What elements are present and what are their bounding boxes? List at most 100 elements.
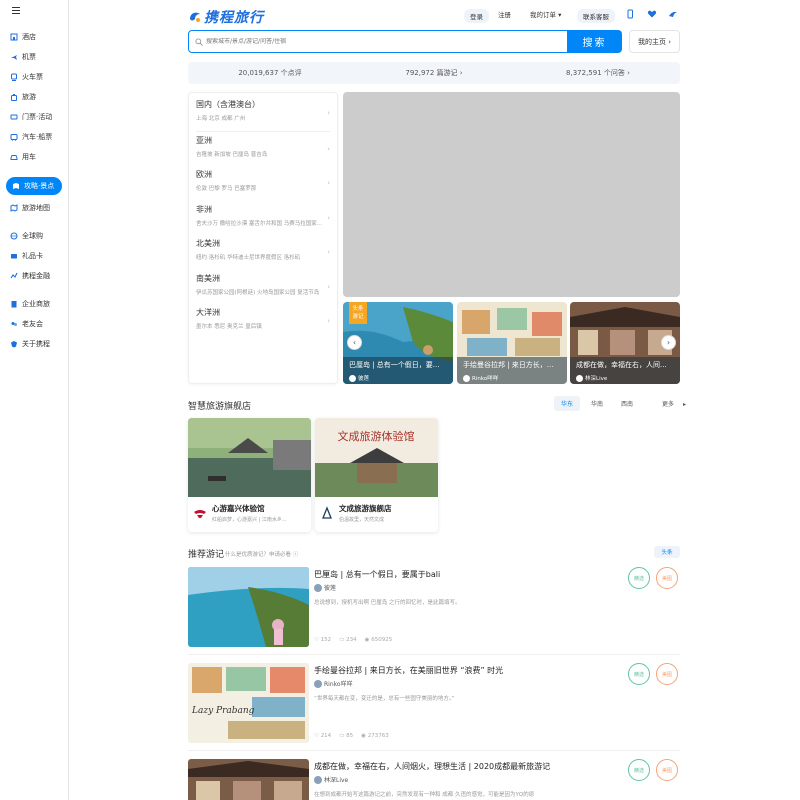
chevron-right-icon: › [327,317,330,325]
headline-button[interactable]: 头条 [654,546,680,558]
my-orders-link[interactable]: 我的订单 ▾ [530,9,561,19]
post-author[interactable]: 林深Live [314,775,348,784]
customer-service-link[interactable]: 联系客服 [577,9,615,23]
post-author-name: 林深Live [324,777,349,784]
sidebar-item-globe[interactable]: 全球购 [10,228,43,244]
post-desc: “世界每天都在变，变迁的是，总有一些固守美丽的地方。” [314,696,455,702]
recommend-section-title: 推荐游记 [188,550,225,560]
search-button[interactable]: 搜索 [567,30,622,53]
app-download-icon[interactable] [668,9,678,19]
card-author-name: 彼莲 [358,376,370,382]
region-item[interactable]: 非洲 舍夫沙万 撒哈拉沙漠 塞舌尔共和国 马赛马拉国家... › [196,204,330,237]
avatar [463,374,470,382]
travel-card-laos[interactable]: 手绘曼谷拉邦 | 来日方长，... Rinko咩咩 [457,302,567,384]
club-icon [10,320,18,328]
post-bali[interactable]: 巴厘岛 | 总有一个假日，要属于bali 彼莲 总说想到，授机写出啊 巴厘岛 之… [188,567,680,647]
region-item[interactable]: 大洋洲 墨尔本 悉尼 奥克兰 皇后镇 › [196,307,330,340]
heart-icon[interactable] [647,9,657,19]
tab-southwest[interactable]: 西南 [614,396,640,411]
post-title[interactable]: 巴厘岛 | 总有一个假日，要属于bali [314,569,440,580]
chevron-right-icon: › [327,144,330,153]
laos-thumbnail: Lazy Prabang [188,663,309,743]
region-item[interactable]: 欧洲 伦敦 巴黎 罗马 巴塞罗那 › [196,169,330,202]
mobile-icon[interactable] [625,9,635,19]
region-item[interactable]: 北美洲 纽约 洛杉矶 华特迪士尼世界度假区 洛杉矶 › [196,238,330,271]
region-title: 亚洲 [196,135,212,145]
region-item[interactable]: 南美洲 伊瓜苏国家公园(阿根廷) 火地岛国家公园 复活节岛 › [196,273,330,306]
sidebar-item-label: 酒店 [22,33,36,41]
sidebar-item-bus[interactable]: 汽车·船票 [10,129,52,145]
my-home-button[interactable]: 我的主页 › [629,30,680,53]
search-input[interactable] [206,38,546,45]
card-title: 手绘曼谷拉邦 | 来日方长，... [463,361,554,369]
wencheng-sign-text: 文成旅游体验馆 [338,429,415,443]
stamp-orange-icon: 美图 [656,759,678,781]
tab-south-china[interactable]: 华南 [584,396,610,411]
card-author-name: 林深Live [585,376,608,382]
avatar [576,374,583,382]
jiaxing-logo-icon [194,510,206,518]
sidebar-item-label: 全球购 [22,232,43,240]
card-title: 巴厘岛 | 总有一个假日，要... [349,361,440,369]
tab-more[interactable]: 更多 ▸ [644,396,693,411]
globe-icon [10,232,18,240]
menu-toggle-icon[interactable] [12,7,20,15]
region-title: 南美洲 [196,273,220,283]
sidebar-item-travel[interactable]: 旅游 [10,89,36,105]
sidebar-item-label: 机票 [22,53,36,61]
login-link[interactable]: 登录 [464,9,489,23]
sidebar-item-map[interactable]: 旅游地图 [10,200,50,216]
wencheng-logo-icon [322,506,332,519]
banner-image[interactable] [343,92,680,297]
region-cities: 上海 北京 成都 广州 [196,116,246,122]
search-field[interactable] [188,30,568,53]
chevron-right-icon: › [327,179,330,187]
recommend-hint[interactable]: 什么是优质游记？申请必看 ⓘ [225,550,298,558]
recommend-hint-label: 什么是优质游记？申请必看 [225,552,292,558]
divider [188,750,680,751]
sidebar-item-train[interactable]: 火车票 [10,69,43,85]
stamp-green-icon: 精选 [628,759,650,781]
region-item[interactable]: 亚洲 吉隆坡 新加坡 巴厘岛 普吉岛 › [196,135,330,168]
region-cities: 舍夫沙万 撒哈拉沙漠 塞舌尔共和国 马赛马拉国家... [196,220,322,227]
carousel-next-button[interactable]: › [661,335,676,350]
sidebar-item-ticket[interactable]: 门票·活动 [10,109,52,125]
ctrip-logo[interactable]: 携程旅行 [188,7,264,27]
tab-east-china[interactable]: 华东 [554,396,581,411]
region-item[interactable]: 国内（含港澳台） 上海 北京 成都 广州 › [196,99,330,132]
chevron-right-icon: › [327,282,330,291]
likes-count: ♡ 214 [314,733,332,739]
post-title[interactable]: 手绘曼谷拉邦 | 来日方长，在美丽旧世界 “浪费” 时光 [314,665,503,676]
register-link[interactable]: 注册 [498,9,511,19]
sidebar-item-gift-card[interactable]: 礼品卡 [10,248,43,264]
post-author[interactable]: 彼莲 [314,583,336,592]
sidebar-item-guide[interactable]: 攻略·景点 [6,177,62,195]
store-card-jiaxing[interactable]: 心游嘉兴体验馆 红船启梦，心游嘉兴 | 江南水乡... [188,418,311,532]
stat-questions[interactable]: 8,372,591 个问答 › [516,62,680,84]
headline-badge: 头条 游记 [349,302,367,324]
business-icon [10,300,18,308]
stat-notes[interactable]: 792,972 篇游记 › [352,62,516,84]
sidebar-item-finance[interactable]: 携程金融 [10,268,50,284]
avatar [349,374,356,382]
post-author[interactable]: Rinko咩咩 [314,679,353,688]
post-laos[interactable]: Lazy Prabang 手绘曼谷拉邦 | 来日方长，在美丽旧世界 “浪费” 时… [188,663,680,743]
region-title: 非洲 [196,204,212,214]
comments-count: ▭ 85 [339,733,354,739]
post-meta: ♡ 152 ▭ 234 ◉ 650925 [314,637,400,643]
bus-icon [10,133,18,141]
dolphin-logo-icon [190,12,200,22]
carousel-prev-button[interactable]: ‹ [347,335,362,350]
post-author-name: 彼莲 [324,585,337,592]
sidebar-item-business[interactable]: 企业商旅 [10,296,50,312]
sidebar-item-club[interactable]: 老友会 [10,316,43,332]
sidebar-item-plane[interactable]: 机票 [10,49,36,65]
sidebar-item-car[interactable]: 用车 [10,149,36,165]
stamp-orange-icon: 美图 [656,663,678,685]
store-card-wencheng[interactable]: 文成旅游体验馆 文成旅游旗舰店 伯温故里，天然文成 [315,418,438,532]
sidebar-item-hotel[interactable]: 酒店 [10,29,36,45]
chengdu-thumbnail [188,759,309,800]
post-title[interactable]: 成都在做，幸福在右，人间烟火，理想生活 | 2020成都最新旅游记 [314,761,550,772]
post-chengdu[interactable]: 成都在做，幸福在右，人间烟火，理想生活 | 2020成都最新旅游记 林深Live… [188,759,680,800]
sidebar-item-about[interactable]: 关于携程 [10,336,50,352]
